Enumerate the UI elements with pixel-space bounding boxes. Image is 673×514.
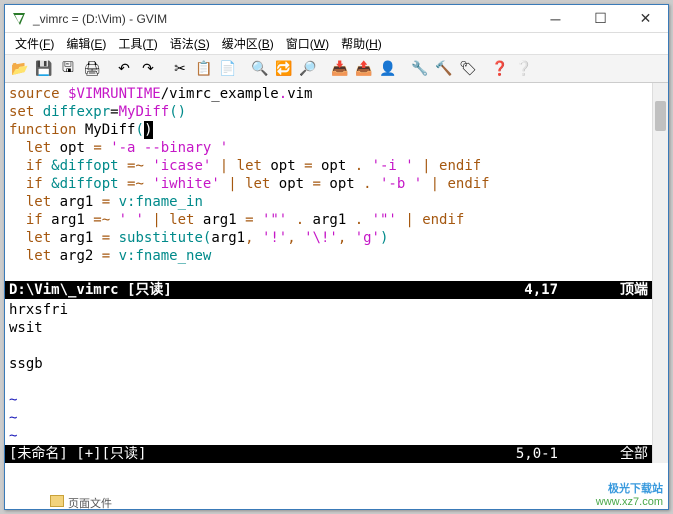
folder-icon — [50, 495, 64, 507]
print-icon[interactable]: 🖨 — [81, 58, 103, 80]
minimize-button[interactable]: ─ — [533, 5, 578, 33]
folder-item[interactable]: 页面文件 — [50, 495, 112, 511]
menu-f[interactable]: 文件(F) — [9, 33, 60, 54]
menu-h[interactable]: 帮助(H) — [335, 33, 388, 54]
menubar: 文件(F)编辑(E)工具(T)语法(S)缓冲区(B)窗口(W)帮助(H) — [5, 33, 668, 55]
menu-b[interactable]: 缓冲区(B) — [216, 33, 280, 54]
paste-icon[interactable]: 📄 — [217, 58, 239, 80]
make-icon[interactable]: 🔨 — [433, 58, 455, 80]
status-file: [未命名] [+][只读] — [9, 445, 478, 463]
findhelp-icon[interactable]: ❔ — [513, 58, 535, 80]
menu-e[interactable]: 编辑(E) — [60, 33, 112, 54]
code-pane[interactable]: source $VIMRUNTIME/vimrc_example.vimset … — [5, 83, 652, 281]
scrollbar[interactable] — [652, 83, 668, 463]
help-icon[interactable]: ❓ — [489, 58, 511, 80]
status-percent: 全部 — [598, 445, 648, 463]
toolbar: 📂💾🖫🖨 ↶↷ ✂📋📄 🔍🔁🔎 📥📤👤 🔧🔨🏷 ❓❔ — [5, 55, 668, 83]
menu-s[interactable]: 语法(S) — [164, 33, 216, 54]
session-icon[interactable]: 📤 — [353, 58, 375, 80]
window-buttons: ─ ☐ ✕ — [533, 5, 668, 33]
watermark-line2: www.xz7.com — [596, 496, 663, 508]
status-percent: 顶端 — [598, 281, 648, 299]
saveall-icon[interactable]: 🖫 — [57, 58, 79, 80]
findnext-icon[interactable]: 🔎 — [297, 58, 319, 80]
run-icon[interactable]: 👤 — [377, 58, 399, 80]
app-icon — [11, 11, 27, 27]
save-icon[interactable]: 💾 — [33, 58, 55, 80]
taskbar-fragment: 页面文件 — [50, 495, 112, 511]
text-pane[interactable]: hrxsfriwsit ssgb ~~~~~ — [5, 299, 652, 445]
shell-icon[interactable]: 🔧 — [409, 58, 431, 80]
load-icon[interactable]: 📥 — [329, 58, 351, 80]
maximize-button[interactable]: ☐ — [578, 5, 623, 33]
gvim-window: _vimrc = (D:\Vim) - GVIM ─ ☐ ✕ 文件(F)编辑(E… — [4, 4, 669, 510]
find-icon[interactable]: 🔍 — [249, 58, 271, 80]
replace-icon[interactable]: 🔁 — [273, 58, 295, 80]
menu-w[interactable]: 窗口(W) — [280, 33, 335, 54]
cut-icon[interactable]: ✂ — [169, 58, 191, 80]
redo-icon[interactable]: ↷ — [137, 58, 159, 80]
menu-t[interactable]: 工具(T) — [112, 33, 163, 54]
tags-icon[interactable]: 🏷 — [457, 58, 479, 80]
open-icon[interactable]: 📂 — [9, 58, 31, 80]
undo-icon[interactable]: ↶ — [113, 58, 135, 80]
watermark: 极光下载站 www.xz7.com — [596, 480, 663, 508]
watermark-line1: 极光下载站 — [608, 480, 663, 496]
status-bar-bottom: [未命名] [+][只读] 5,0-1 全部 — [5, 445, 652, 463]
window-title: _vimrc = (D:\Vim) - GVIM — [33, 12, 533, 26]
scrollbar-thumb[interactable] — [655, 101, 666, 131]
copy-icon[interactable]: 📋 — [193, 58, 215, 80]
status-position: 5,0-1 — [478, 445, 598, 463]
editor-area: source $VIMRUNTIME/vimrc_example.vimset … — [5, 83, 668, 463]
close-button[interactable]: ✕ — [623, 5, 668, 33]
status-bar-top: D:\Vim\_vimrc [只读] 4,17 顶端 — [5, 281, 652, 299]
titlebar[interactable]: _vimrc = (D:\Vim) - GVIM ─ ☐ ✕ — [5, 5, 668, 33]
status-position: 4,17 — [478, 281, 598, 299]
status-file: D:\Vim\_vimrc [只读] — [9, 281, 478, 299]
